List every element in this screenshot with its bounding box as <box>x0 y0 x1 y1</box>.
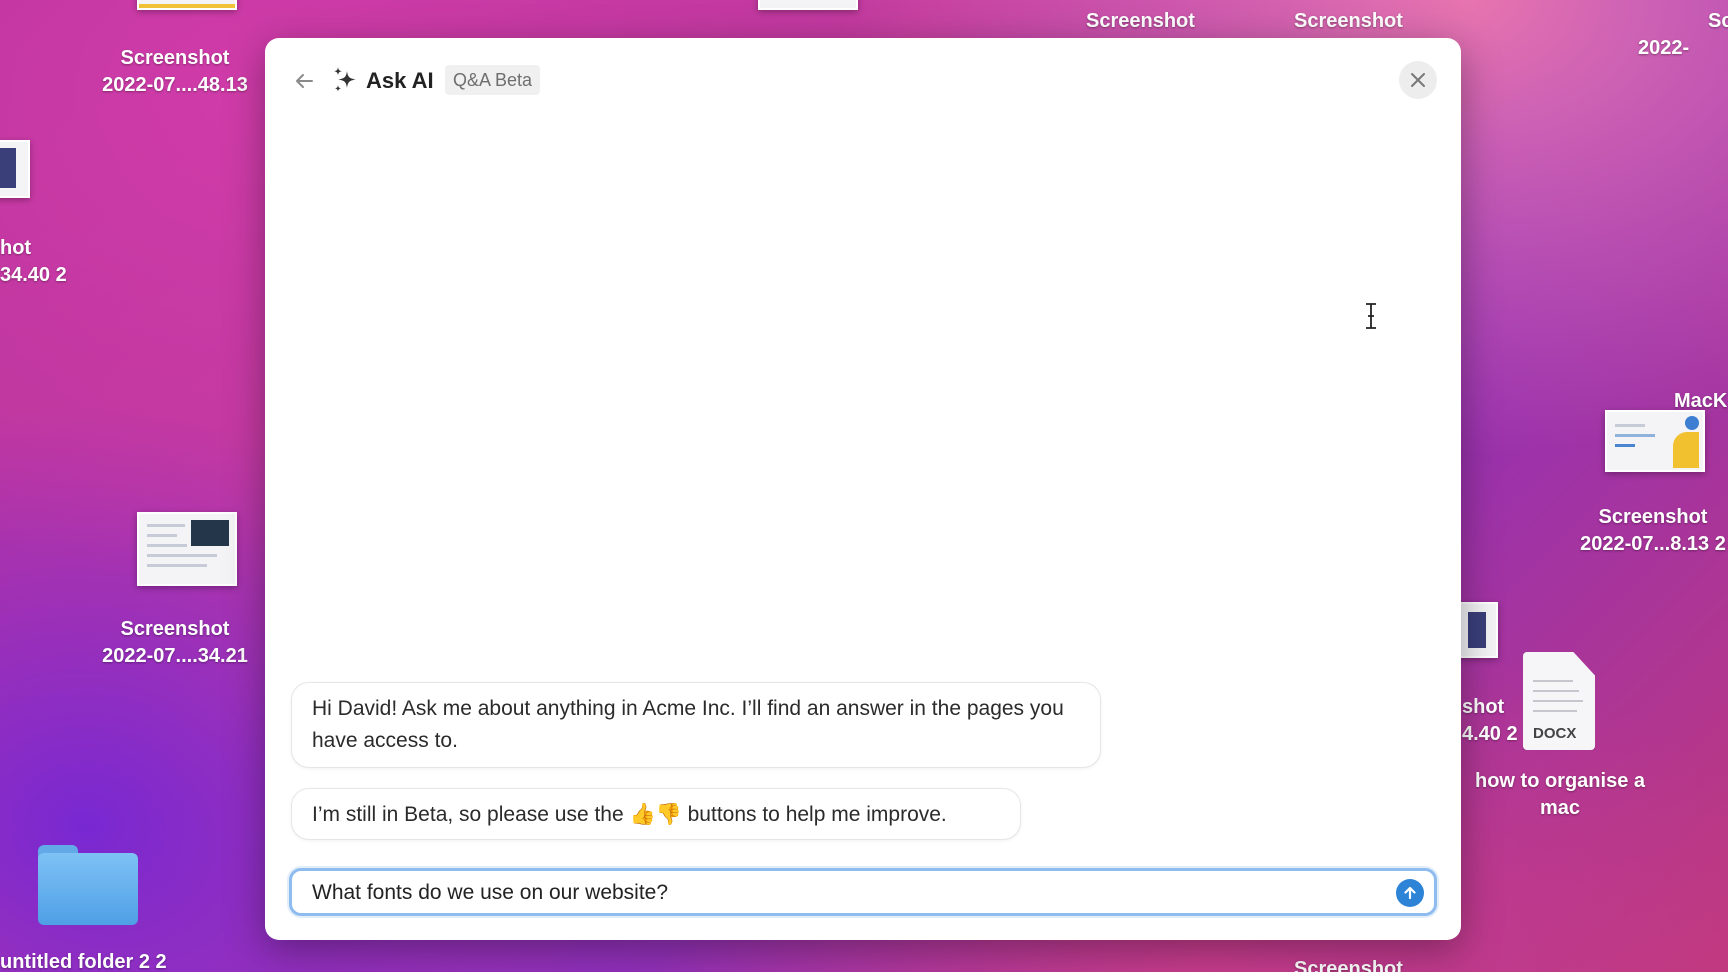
send-button[interactable] <box>1396 879 1424 907</box>
desktop-item-label: 2022-07....48.13 <box>102 74 248 96</box>
sparkle-icon <box>334 67 356 92</box>
question-input[interactable] <box>310 871 1374 915</box>
desktop-item-screenshot-48-13[interactable]: Screenshot 2022-07....48.13 <box>90 45 260 99</box>
screenshot-thumbnail[interactable] <box>1605 410 1705 472</box>
desktop-item-label: 34.40 2 <box>0 264 67 286</box>
screenshot-thumbnail[interactable] <box>137 512 237 586</box>
desktop-item-label: 2022-07....34.21 <box>102 645 248 667</box>
desktop-item-label: Screenshot <box>1086 10 1195 32</box>
desktop-item-label: 2022- <box>1638 37 1690 59</box>
close-icon <box>1411 73 1425 87</box>
assistant-message: I’m still in Beta, so please use the 👍👎 … <box>291 788 1021 840</box>
desktop-item-label: Screenshot <box>1294 958 1403 972</box>
dialog-title: Ask AI <box>366 68 434 93</box>
desktop-item-screenshot-top-3[interactable]: Sc 2022- <box>1638 8 1728 62</box>
arrow-left-icon <box>296 74 313 88</box>
screenshot-thumbnail[interactable] <box>1458 602 1498 658</box>
desktop-item-label: shot <box>1462 696 1505 718</box>
desktop-item-screenshot-8-13-2[interactable]: Screenshot 2022-07...8.13 2 <box>1558 504 1728 558</box>
desktop-item-label: Sc <box>1708 10 1728 32</box>
desktop-item-label: 4.40 2 <box>1462 723 1518 745</box>
desktop-item-screenshot-34-21[interactable]: Screenshot 2022-07....34.21 <box>90 616 260 670</box>
beta-badge: Q&A Beta <box>445 65 541 95</box>
desktop-item-screenshot-bottom[interactable]: Screenshot <box>1294 956 1403 972</box>
screenshot-thumbnail[interactable] <box>758 0 858 10</box>
desktop-item-untitled-folder[interactable]: untitled folder 2 2 <box>0 949 167 972</box>
desktop-item-label: how to organise a <box>1474 770 1646 792</box>
question-input-container <box>289 868 1437 916</box>
desktop-item-label: hot <box>0 237 32 259</box>
close-button[interactable] <box>1399 61 1437 99</box>
docx-file-icon[interactable]: DOCX <box>1523 652 1595 750</box>
desktop-item-screenshot-top-1[interactable]: Screenshot <box>1086 8 1195 35</box>
back-button[interactable] <box>289 66 319 96</box>
desktop-item-label: Screenshot <box>1294 10 1403 32</box>
ask-ai-dialog: Ask AI Q&A Beta Hi David! Ask me about a… <box>265 38 1461 940</box>
desktop: Screenshot 2022-07....48.13 hot 34.40 2 … <box>0 0 1728 972</box>
desktop-item-screenshot-4-40-2[interactable]: shot 4.40 2 <box>1462 694 1518 748</box>
desktop-item-label: mac <box>1539 797 1581 819</box>
desktop-item-screenshot-top-2[interactable]: Screenshot <box>1294 8 1403 35</box>
desktop-item-label: Screenshot <box>120 618 230 640</box>
desktop-item-how-to-organise[interactable]: how to organise a mac <box>1460 768 1660 822</box>
screenshot-thumbnail[interactable] <box>0 140 30 198</box>
assistant-message: Hi David! Ask me about anything in Acme … <box>291 682 1101 768</box>
desktop-item-label: Screenshot <box>120 47 230 69</box>
desktop-item-label: Screenshot <box>1598 506 1708 528</box>
screenshot-thumbnail[interactable] <box>137 0 237 10</box>
folder-icon[interactable] <box>38 845 138 925</box>
text-cursor-icon <box>1366 303 1376 329</box>
desktop-item-label: 2022-07...8.13 2 <box>1580 533 1726 555</box>
desktop-item-screenshot-34-40-2[interactable]: hot 34.40 2 <box>0 235 67 289</box>
arrow-up-icon <box>1404 886 1416 900</box>
docx-file-tag: DOCX <box>1533 725 1577 742</box>
desktop-item-label: untitled folder 2 2 <box>0 951 167 972</box>
